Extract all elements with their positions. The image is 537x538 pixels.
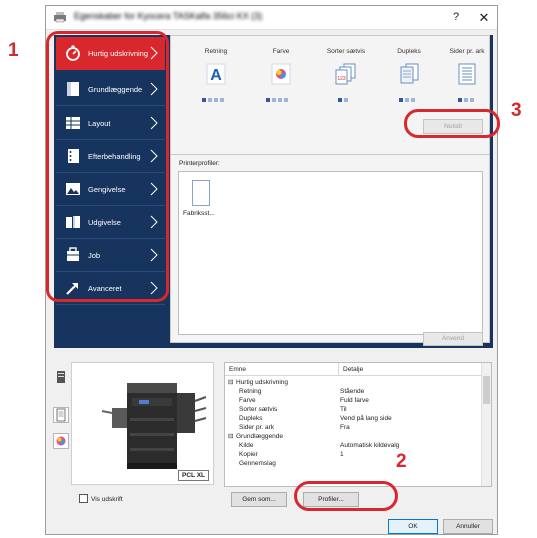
printer-icon <box>57 371 65 383</box>
callout-number-3: 3 <box>511 100 522 121</box>
row-item: Retning <box>239 388 262 395</box>
collapse-icon[interactable]: ⊟ <box>228 378 233 387</box>
callout-ring-reset <box>404 109 500 138</box>
row-item: Grundlæggende <box>236 433 283 440</box>
color-view-tab[interactable] <box>53 433 69 449</box>
apply-button[interactable]: Anvend <box>423 332 483 346</box>
color-options[interactable] <box>266 89 290 102</box>
row-detail: Fra <box>340 424 350 431</box>
show-print-checkbox[interactable]: Vis udskrift <box>79 494 123 503</box>
callout-ring-nav <box>46 31 169 302</box>
pages-per-sheet-options[interactable] <box>458 89 476 102</box>
row-item: Gennemslag <box>239 460 276 467</box>
divider <box>171 154 489 155</box>
profile-item-label[interactable]: Fabriksst... <box>183 210 215 217</box>
cancel-button[interactable]: Annuller <box>443 519 493 534</box>
settings-summary-table[interactable]: Emne Detalje ⊟ Hurtig udskrivning Retnin… <box>224 362 492 487</box>
save-as-button[interactable]: Gem som... <box>231 492 287 507</box>
collapse-icon[interactable]: ⊟ <box>228 432 233 441</box>
instruction-screenshot: Egenskaber for Kyocera TASKalfa 356ci KX… <box>0 0 537 538</box>
printer-profiles-list[interactable]: Fabriksst... <box>178 171 483 335</box>
scrollbar-thumb[interactable] <box>483 376 490 404</box>
printer-view-tab[interactable] <box>53 369 69 385</box>
page-view-tab[interactable] <box>53 407 69 423</box>
row-item: Sider pr. ark <box>239 424 275 431</box>
row-item: Hurtig udskrivning <box>236 379 289 386</box>
duplex-icon[interactable] <box>399 63 419 85</box>
checkbox-box[interactable] <box>79 494 88 503</box>
callout-ring-profiles <box>294 481 398 511</box>
quick-print-content: Retning A Farve Sorter sætvis 123 Duplek… <box>170 35 490 346</box>
orientation-options[interactable] <box>202 89 226 102</box>
svg-text:123: 123 <box>337 76 346 82</box>
column-header: Dupleks <box>397 48 421 55</box>
column-header: Sider pr. ark <box>449 48 485 55</box>
row-detail: Automatisk kildevalg <box>340 442 400 449</box>
row-item: Sorter sætvis <box>239 406 278 413</box>
page-icon <box>56 408 66 422</box>
table-scrollbar[interactable] <box>481 363 491 486</box>
color-icon[interactable] <box>271 63 291 85</box>
svg-text:A: A <box>210 67 222 84</box>
close-button[interactable]: ✕ <box>470 8 498 27</box>
row-detail: 1 <box>340 451 344 458</box>
printer-preview: PCL XL <box>71 362 214 485</box>
ok-button[interactable]: OK <box>388 519 438 534</box>
color-swatch-icon <box>56 436 66 446</box>
row-item: Kopier <box>239 451 258 458</box>
column-header: Farve <box>272 48 290 55</box>
pages-per-sheet-icon[interactable] <box>457 63 477 85</box>
show-print-label: Vis udskrift <box>91 496 123 503</box>
help-button[interactable]: ? <box>442 8 470 27</box>
row-item: Dupleks <box>239 415 263 422</box>
duplex-options[interactable] <box>399 89 417 102</box>
row-detail: Vend på lang side <box>340 415 392 422</box>
row-item: Farve <box>239 397 256 404</box>
printer-icon <box>54 12 66 23</box>
profile-document-icon[interactable] <box>192 180 210 206</box>
column-header: Sorter sætvis <box>326 48 366 55</box>
preview-side-tabs <box>53 363 69 463</box>
row-detail: Stående <box>340 388 365 395</box>
callout-number-1: 1 <box>8 40 19 61</box>
pcl-xl-badge: PCL XL <box>178 470 209 481</box>
column-header-detail[interactable]: Detalje <box>339 363 483 376</box>
printer-illustration-icon <box>101 383 207 469</box>
window-title: Egenskaber for Kyocera TASKalfa 356ci KX… <box>74 11 263 21</box>
printer-profiles-label: Printerprofiler: <box>179 160 220 167</box>
collate-icon[interactable]: 123 <box>334 63 358 85</box>
callout-number-2: 2 <box>396 451 407 472</box>
title-bar[interactable]: Egenskaber for Kyocera TASKalfa 356ci KX… <box>46 6 497 30</box>
row-detail: Til <box>340 406 347 413</box>
collate-options[interactable] <box>338 89 350 102</box>
row-item: Kilde <box>239 442 254 449</box>
column-header: Retning <box>204 48 228 55</box>
column-header-item[interactable]: Emne <box>225 363 339 376</box>
orientation-icon[interactable]: A <box>206 63 226 85</box>
quick-print-panel: Retning A Farve Sorter sætvis 123 Duplek… <box>167 35 493 348</box>
row-detail: Fuld farve <box>340 397 369 404</box>
